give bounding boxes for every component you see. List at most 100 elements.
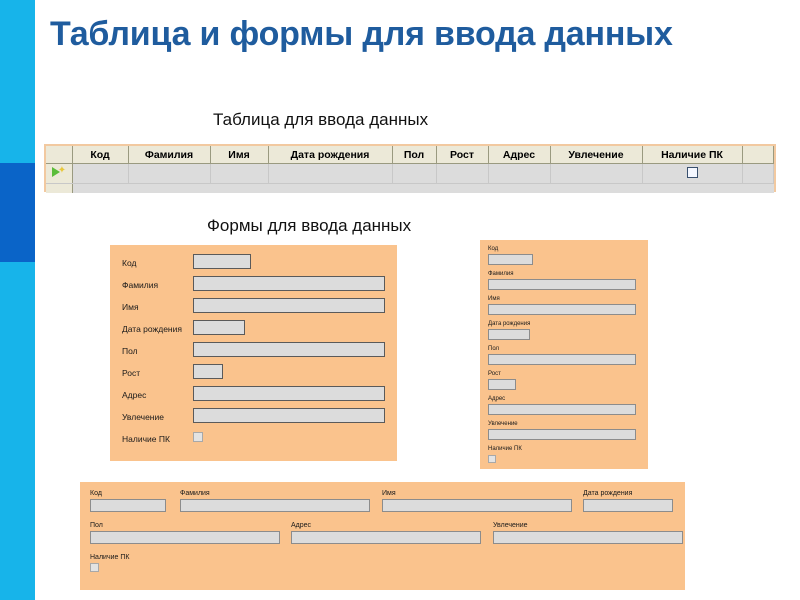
form-b-label-4: Пол bbox=[488, 346, 500, 352]
datasheet-grid: Код Фамилия Имя Дата рождения Пол Рост Адрес Ув… bbox=[46, 146, 774, 193]
form-b-label-5: Рост bbox=[488, 371, 501, 377]
form-b-input-0[interactable] bbox=[488, 254, 533, 265]
datasheet-empty-cell bbox=[72, 183, 128, 193]
datasheet-cell-1[interactable] bbox=[128, 163, 211, 184]
stripe-gutter bbox=[35, 0, 41, 600]
datasheet-cell-0[interactable] bbox=[72, 163, 129, 184]
datasheet-column-header-4[interactable]: Пол bbox=[392, 146, 437, 164]
form-a-input-5[interactable] bbox=[193, 364, 223, 379]
form-c-input-4[interactable] bbox=[90, 531, 280, 544]
datasheet-cell-4[interactable] bbox=[392, 163, 437, 184]
datasheet-cell-5[interactable] bbox=[436, 163, 489, 184]
form-c-input-0[interactable] bbox=[90, 499, 166, 512]
stripe-segment-blue bbox=[0, 163, 35, 262]
form-b-input-5[interactable] bbox=[488, 379, 516, 390]
datasheet-empty-cell bbox=[210, 183, 268, 193]
datasheet-cell-3[interactable] bbox=[268, 163, 393, 184]
form-b-label-6: Адрес bbox=[488, 396, 506, 402]
caption-table-section: Таблица для ввода данных bbox=[213, 110, 429, 129]
form-c-input-1[interactable] bbox=[180, 499, 370, 512]
datasheet-empty-cell bbox=[436, 183, 488, 193]
form-b-input-1[interactable] bbox=[488, 279, 636, 290]
form-a-checkbox-row: Наличие ПК bbox=[110, 429, 397, 451]
datasheet-header-filler bbox=[742, 146, 774, 164]
form-c-label-6: Увлечение bbox=[493, 522, 528, 529]
datasheet-column-header-7[interactable]: Увлечение bbox=[550, 146, 643, 164]
datasheet-checkbox[interactable] bbox=[686, 167, 698, 178]
form-c-label-0: Код bbox=[90, 490, 102, 497]
form-a-input-0[interactable] bbox=[193, 254, 251, 269]
form-a-row-5: Рост bbox=[110, 363, 397, 385]
datasheet-column-header-5[interactable]: Рост bbox=[436, 146, 489, 164]
form-a-label-6: Адрес bbox=[122, 390, 147, 400]
form-c-input-5[interactable] bbox=[291, 531, 481, 544]
datasheet-column-header-2[interactable]: Имя bbox=[210, 146, 269, 164]
form-b-input-6[interactable] bbox=[488, 404, 636, 415]
page-title: Таблица и формы для ввода данных bbox=[50, 15, 673, 53]
datasheet-empty-cell bbox=[128, 183, 210, 193]
form-a-input-2[interactable] bbox=[193, 298, 385, 313]
form-c-label-4: Пол bbox=[90, 522, 103, 529]
datasheet-column-header-1[interactable]: Фамилия bbox=[128, 146, 211, 164]
datasheet-column-header-8[interactable]: Наличие ПК bbox=[642, 146, 743, 164]
datasheet-cell-7[interactable] bbox=[550, 163, 643, 184]
form-b-checkbox[interactable] bbox=[488, 455, 496, 463]
datasheet-column-header-6[interactable]: Адрес bbox=[488, 146, 551, 164]
form-c-input-6[interactable] bbox=[493, 531, 683, 544]
form-c-input-2[interactable] bbox=[382, 499, 572, 512]
datasheet-row[interactable]: ✦ bbox=[46, 163, 774, 184]
form-b-label-7: Увлечение bbox=[488, 421, 518, 427]
form-b-input-2[interactable] bbox=[488, 304, 636, 315]
datasheet-empty-cell bbox=[268, 183, 392, 193]
form-c-checkbox[interactable] bbox=[90, 563, 99, 572]
datasheet-body: ✦ bbox=[46, 163, 774, 193]
form-c-label-1: Фамилия bbox=[180, 490, 210, 497]
datasheet-table: Код Фамилия Имя Дата рождения Пол Рост Адрес Ув… bbox=[44, 144, 776, 193]
datasheet-cell-2[interactable] bbox=[210, 163, 269, 184]
form-c-label-2: Имя bbox=[382, 490, 396, 497]
stripe-segment-cyan-bottom bbox=[0, 262, 35, 600]
form-c-label-5: Адрес bbox=[291, 522, 312, 529]
datasheet-cell-6[interactable] bbox=[488, 163, 551, 184]
form-b-label-3: Дата рождения bbox=[488, 321, 531, 327]
form-columnar-left: Код Фамилия Имя Дата рождения Пол Рост Адрес Ув… bbox=[110, 245, 397, 461]
caption-forms-section: Формы для ввода данных bbox=[207, 216, 412, 235]
datasheet-empty-cell bbox=[642, 183, 742, 193]
form-a-row-6: Адрес bbox=[110, 385, 397, 407]
form-c-checkbox-label: Наличие ПК bbox=[90, 554, 130, 561]
form-a-input-1[interactable] bbox=[193, 276, 385, 291]
form-b-input-4[interactable] bbox=[488, 354, 636, 365]
form-b-input-7[interactable] bbox=[488, 429, 636, 440]
form-b-label-0: Код bbox=[488, 246, 499, 252]
datasheet-column-header-0[interactable]: Код bbox=[72, 146, 129, 164]
form-tabular-bottom: Код Фамилия Имя Дата рождения Пол Адрес Увлече… bbox=[80, 482, 685, 590]
datasheet-empty-cell bbox=[392, 183, 436, 193]
form-b-label-1: Фамилия bbox=[488, 271, 514, 277]
datasheet-empty-cell bbox=[742, 183, 774, 193]
form-a-input-6[interactable] bbox=[193, 386, 385, 401]
form-a-input-4[interactable] bbox=[193, 342, 385, 357]
form-a-checkbox[interactable] bbox=[193, 432, 203, 442]
form-a-label-0: Код bbox=[122, 258, 137, 268]
form-a-input-3[interactable] bbox=[193, 320, 245, 335]
datasheet-column-header-3[interactable]: Дата рождения bbox=[268, 146, 393, 164]
form-b-label-2: Имя bbox=[488, 296, 500, 302]
stripe-segment-cyan-top bbox=[0, 0, 35, 163]
datasheet-select-all-header[interactable] bbox=[46, 146, 73, 164]
form-c-input-3[interactable] bbox=[583, 499, 673, 512]
datasheet-empty-area bbox=[46, 183, 774, 193]
form-a-label-7: Увлечение bbox=[122, 412, 164, 422]
form-a-label-3: Дата рождения bbox=[122, 324, 182, 334]
left-accent-stripe bbox=[0, 0, 41, 600]
new-record-arrow-icon[interactable]: ✦ bbox=[46, 163, 73, 184]
form-b-checkbox-label: Наличие ПК bbox=[488, 446, 522, 452]
form-a-label-5: Рост bbox=[122, 368, 141, 378]
form-a-row-0: Код bbox=[110, 253, 397, 275]
datasheet-empty-cell bbox=[46, 183, 73, 193]
datasheet-cell-8[interactable] bbox=[642, 163, 743, 184]
form-a-row-2: Имя bbox=[110, 297, 397, 319]
datasheet-empty-cell bbox=[488, 183, 550, 193]
form-b-input-3[interactable] bbox=[488, 329, 530, 340]
datasheet-header-row: Код Фамилия Имя Дата рождения Пол Рост Адрес Ув… bbox=[46, 146, 774, 164]
form-a-input-7[interactable] bbox=[193, 408, 385, 423]
